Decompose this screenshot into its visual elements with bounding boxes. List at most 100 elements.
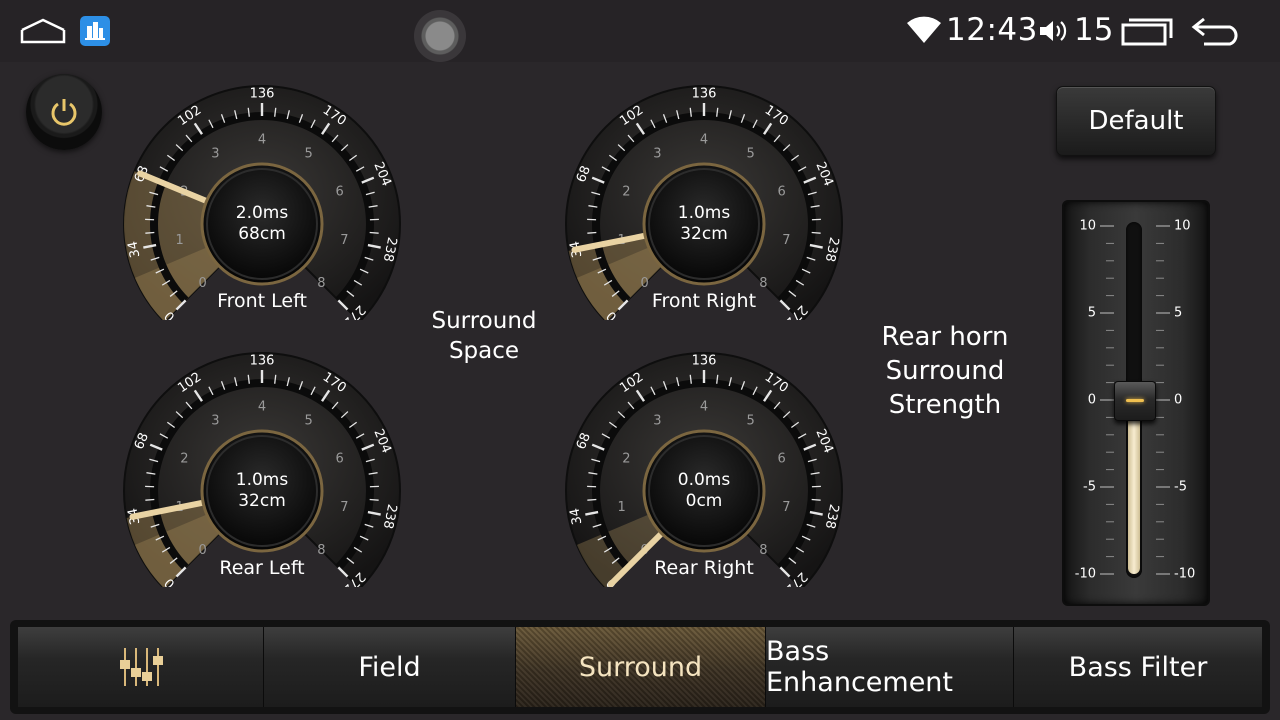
dial-label: Front Right — [651, 290, 757, 312]
equalizer-icon — [119, 648, 163, 686]
dial-inner-label: 1 — [175, 233, 183, 248]
app-icon[interactable] — [80, 16, 110, 46]
dial-tick — [811, 231, 821, 234]
dial-outer-label: 136 — [250, 354, 275, 369]
dial-gauge: 03468102136170204238272012345678 — [123, 352, 401, 587]
camera-indicator-icon — [414, 10, 466, 62]
dial-tick — [145, 498, 155, 501]
dial-label: Rear Left — [219, 557, 305, 579]
slider-tick-label: -10 — [1174, 567, 1195, 582]
dial-inner-label: 0 — [198, 276, 206, 291]
status-bar: 12:43 15 — [0, 0, 1280, 62]
dial-inner-label: 3 — [653, 147, 661, 162]
power-icon — [51, 99, 77, 126]
dial-tick — [369, 231, 379, 234]
dial-inner-label: 6 — [777, 184, 785, 199]
dial-outer-label: 34 — [568, 507, 586, 526]
tab-equalizer[interactable] — [18, 627, 264, 707]
slider-tick-label: 5 — [1174, 306, 1182, 321]
dial-inner-label: 4 — [258, 133, 266, 148]
default-button[interactable]: Default — [1056, 86, 1216, 156]
volume-level: 15 — [1074, 12, 1114, 48]
dial-tick — [587, 231, 597, 234]
dial-inner-label: 7 — [340, 500, 348, 515]
dial-outer-label: 136 — [692, 354, 717, 369]
dial-inner-label: 8 — [317, 543, 325, 558]
tab-field[interactable]: Field — [264, 627, 516, 707]
dial-inner-label: 5 — [747, 147, 755, 162]
power-button[interactable] — [26, 74, 102, 150]
dial-inner-label: 4 — [700, 133, 708, 148]
dial-inner-label: 5 — [305, 147, 313, 162]
dial-inner-label: 6 — [777, 451, 785, 466]
dial-knob — [200, 429, 324, 553]
slider-tick-label: 0 — [1174, 393, 1182, 408]
slider-tick-label: -10 — [1075, 567, 1096, 582]
slider-tick-label: -5 — [1174, 480, 1187, 495]
dial-inner-label: 2 — [622, 184, 630, 199]
dial-rear-left[interactable]: 03468102136170204238272012345678 1.0ms 3… — [122, 347, 402, 587]
dial-rear-right[interactable]: 03468102136170204238272012345678 0.0ms 0… — [564, 347, 844, 587]
dial-inner-label: 4 — [258, 400, 266, 415]
dial-front-right[interactable]: 03468102136170204238272012345678 1.0ms 3… — [564, 80, 844, 320]
slider-tick-label: 10 — [1174, 219, 1191, 234]
dial-label: Rear Right — [654, 557, 754, 579]
dial-inner-label: 7 — [782, 233, 790, 248]
wifi-icon — [906, 16, 942, 44]
dial-inner-label: 6 — [335, 184, 343, 199]
tab-surround[interactable]: Surround — [516, 627, 766, 707]
label-line: Surround — [431, 308, 537, 334]
home-icon[interactable] — [20, 18, 66, 44]
dial-inner-label: 6 — [335, 451, 343, 466]
dial-tick — [811, 498, 821, 501]
back-icon[interactable] — [1190, 16, 1244, 46]
label-line: Space — [448, 338, 520, 364]
dial-gauge: 03468102136170204238272012345678 — [565, 352, 843, 587]
tab-bar: Field Surround Bass Enhancement Bass Fil… — [10, 620, 1270, 714]
slider-tick-label: 10 — [1079, 219, 1096, 234]
surround-strength-slider[interactable]: 10 10 5 5 0 0 -5 -5 -10 -10 — [1062, 200, 1210, 606]
dial-inner-label: 3 — [211, 414, 219, 429]
dial-inner-label: 8 — [759, 543, 767, 558]
slider-tick-label: 5 — [1088, 306, 1096, 321]
label-line: Surround — [885, 356, 1005, 386]
dial-tick — [145, 231, 155, 234]
slider-tick-label: 0 — [1088, 393, 1096, 408]
dial-knob — [642, 162, 766, 286]
surround-space-label: Surround Space — [414, 306, 554, 366]
dial-inner-label: 8 — [759, 276, 767, 291]
dial-inner-label: 0 — [198, 543, 206, 558]
dial-knob — [200, 162, 324, 286]
recent-apps-icon[interactable] — [1120, 16, 1174, 46]
slider-thumb[interactable] — [1114, 381, 1156, 421]
dial-inner-label: 5 — [305, 414, 313, 429]
dial-gauge: 03468102136170204238272012345678 — [123, 85, 401, 320]
dial-inner-label: 2 — [180, 451, 188, 466]
slider-fill — [1128, 400, 1140, 574]
dial-inner-label: 3 — [211, 147, 219, 162]
dial-label: Front Left — [217, 290, 307, 312]
rear-horn-strength-label: Rear horn Surround Strength — [860, 320, 1030, 422]
dial-inner-label: 4 — [700, 400, 708, 415]
dial-outer-label: 34 — [126, 240, 144, 259]
label-line: Rear horn — [881, 322, 1009, 352]
dial-front-left[interactable]: 03468102136170204238272012345678 2.0ms 6… — [122, 80, 402, 320]
volume-icon[interactable] — [1038, 18, 1070, 44]
dial-inner-label: 7 — [782, 500, 790, 515]
dial-inner-label: 2 — [622, 451, 630, 466]
dial-inner-label: 1 — [617, 500, 625, 515]
label-line: Strength — [888, 390, 1002, 420]
dial-outer-label: 136 — [250, 87, 275, 102]
dial-inner-label: 8 — [317, 276, 325, 291]
slider-tick-label: -5 — [1083, 480, 1096, 495]
dial-tick — [587, 498, 597, 501]
clock: 12:43 — [946, 12, 1038, 48]
dial-inner-label: 5 — [747, 414, 755, 429]
dial-outer-label: 136 — [692, 87, 717, 102]
dial-gauge: 03468102136170204238272012345678 — [565, 85, 843, 320]
dial-inner-label: 3 — [653, 414, 661, 429]
tab-bass-enhancement[interactable]: Bass Enhancement — [766, 627, 1014, 707]
dial-knob — [642, 429, 766, 553]
dial-tick — [369, 498, 379, 501]
tab-bass-filter[interactable]: Bass Filter — [1014, 627, 1262, 707]
